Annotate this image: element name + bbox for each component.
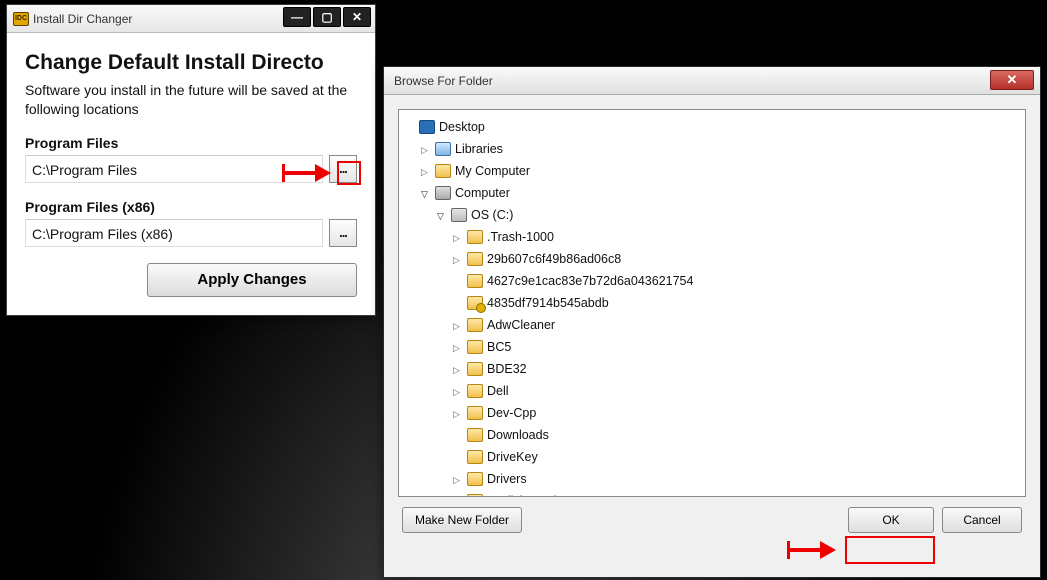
tree-node[interactable]: BC5	[405, 336, 1019, 358]
tree-node-label: My Computer	[455, 164, 530, 178]
tree-node[interactable]: BDE32	[405, 358, 1019, 380]
program-files-x86-label: Program Files (x86)	[25, 199, 357, 215]
program-files-browse-button[interactable]: ...	[329, 155, 357, 183]
tree-node-label: Drivers	[487, 472, 527, 486]
folder-tree[interactable]: Desktop Libraries My Computer Computer OS (C…	[398, 109, 1026, 497]
browse-for-folder-window: Browse For Folder ✕ Desktop Libraries My C…	[383, 66, 1041, 578]
minimize-button[interactable]: —	[283, 7, 311, 27]
tree-node[interactable]: 4627c9e1cac83e7b72d6a043621754	[405, 270, 1019, 292]
expand-icon[interactable]	[453, 341, 465, 353]
program-files-x86-browse-button[interactable]: ...	[329, 219, 357, 247]
tree-node[interactable]: Computer	[405, 182, 1019, 204]
tree-node-label: OS (C:)	[471, 208, 513, 222]
locked-icon	[467, 296, 483, 310]
tree-node[interactable]: My Computer	[405, 160, 1019, 182]
expand-icon	[453, 297, 465, 309]
tree-node-label: Desktop	[439, 120, 485, 134]
folder-icon	[467, 230, 483, 244]
folder-icon	[435, 164, 451, 178]
tree-node[interactable]: 4835df7914b545abdb	[405, 292, 1019, 314]
folder-icon	[467, 428, 483, 442]
tree-node-label: 29b607c6f49b86ad06c8	[487, 252, 621, 266]
computer-icon	[435, 186, 451, 200]
library-icon	[435, 142, 451, 156]
tree-node[interactable]: DriveKey	[405, 446, 1019, 468]
tree-node-label: 4835df7914b545abdb	[487, 296, 609, 310]
expand-icon[interactable]	[421, 187, 433, 199]
folder-icon	[467, 252, 483, 266]
tree-node[interactable]: Dev-Cpp	[405, 402, 1019, 424]
expand-icon[interactable]	[453, 253, 465, 265]
tree-node-label: Dell	[487, 384, 509, 398]
program-files-input[interactable]: C:\Program Files	[25, 155, 323, 183]
tree-node-label: .Trash-1000	[487, 230, 554, 244]
tree-node-label: 4627c9e1cac83e7b72d6a043621754	[487, 274, 693, 288]
tree-node-label: Libraries	[455, 142, 503, 156]
page-subtitle: Software you install in the future will …	[25, 81, 357, 119]
tree-node-label: BDE32	[487, 362, 527, 376]
expand-icon[interactable]	[453, 319, 465, 331]
expand-icon[interactable]	[453, 363, 465, 375]
expand-icon[interactable]	[453, 385, 465, 397]
expand-icon	[453, 275, 465, 287]
tree-node[interactable]: Dell	[405, 380, 1019, 402]
titlebar[interactable]: IDC Install Dir Changer — ▢ ✕	[7, 5, 375, 33]
expand-icon	[453, 451, 465, 463]
program-files-label: Program Files	[25, 135, 357, 151]
page-title: Change Default Install Directo	[25, 51, 357, 75]
expand-icon[interactable]	[453, 231, 465, 243]
tree-node[interactable]: Libraries	[405, 138, 1019, 160]
close-button[interactable]: ✕	[343, 7, 371, 27]
window-title: Browse For Folder	[394, 74, 493, 88]
program-files-x86-input[interactable]: C:\Program Files (x86)	[25, 219, 323, 247]
tree-node[interactable]: .Trash-1000	[405, 226, 1019, 248]
tree-node[interactable]: 29b607c6f49b86ad06c8	[405, 248, 1019, 270]
maximize-button[interactable]: ▢	[313, 7, 341, 27]
tree-node-label: Dev-Cpp	[487, 406, 536, 420]
folder-icon	[467, 340, 483, 354]
folder-icon	[467, 384, 483, 398]
folder-icon	[467, 472, 483, 486]
tree-node[interactable]: english movies	[405, 490, 1019, 497]
install-dir-changer-window: IDC Install Dir Changer — ▢ ✕ Change Def…	[6, 4, 376, 316]
tree-node-label: Computer	[455, 186, 510, 200]
ok-button[interactable]: OK	[848, 507, 934, 533]
make-new-folder-button[interactable]: Make New Folder	[402, 507, 522, 533]
expand-icon[interactable]	[453, 473, 465, 485]
folder-icon	[467, 274, 483, 288]
expand-icon[interactable]	[421, 165, 433, 177]
close-button[interactable]: ✕	[990, 70, 1034, 90]
expand-icon	[453, 429, 465, 441]
drive-icon	[451, 208, 467, 222]
expand-icon[interactable]	[437, 209, 449, 221]
folder-icon	[467, 362, 483, 376]
tree-node[interactable]: Drivers	[405, 468, 1019, 490]
folder-icon	[467, 406, 483, 420]
tree-node-label: AdwCleaner	[487, 318, 555, 332]
tree-node-label: BC5	[487, 340, 511, 354]
desktop-icon	[419, 120, 435, 134]
expand-icon	[405, 121, 417, 133]
folder-icon	[467, 318, 483, 332]
tree-node-label: Downloads	[487, 428, 549, 442]
tree-node-label: DriveKey	[487, 450, 538, 464]
tree-node[interactable]: Desktop	[405, 116, 1019, 138]
tree-node[interactable]: Downloads	[405, 424, 1019, 446]
titlebar[interactable]: Browse For Folder ✕	[384, 67, 1040, 95]
window-title: Install Dir Changer	[33, 12, 132, 26]
app-icon: IDC	[13, 12, 29, 26]
expand-icon[interactable]	[421, 143, 433, 155]
expand-icon[interactable]	[453, 407, 465, 419]
apply-changes-button[interactable]: Apply Changes	[147, 263, 357, 297]
tree-node[interactable]: OS (C:)	[405, 204, 1019, 226]
cancel-button[interactable]: Cancel	[942, 507, 1022, 533]
folder-icon	[467, 450, 483, 464]
tree-node[interactable]: AdwCleaner	[405, 314, 1019, 336]
